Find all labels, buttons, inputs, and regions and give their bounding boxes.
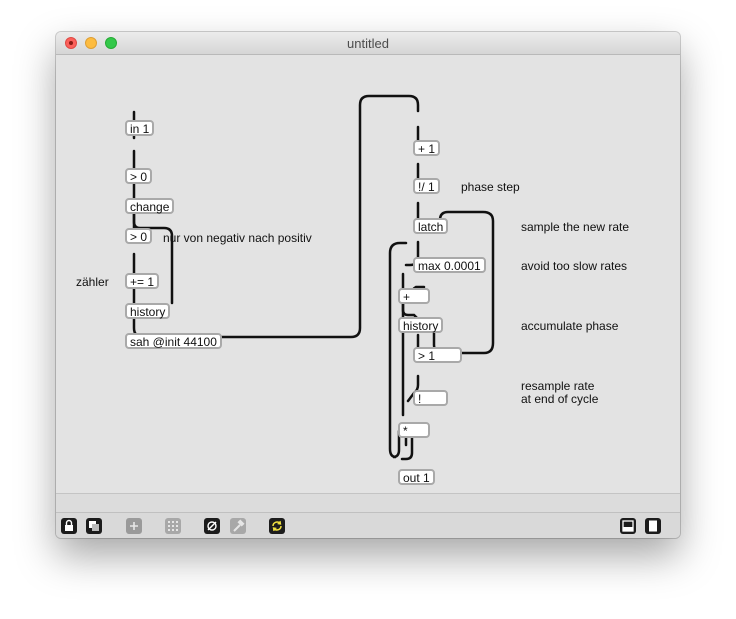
object-sah[interactable]: sah @init 44100 — [125, 333, 222, 349]
window-title: untitled — [347, 36, 389, 51]
object-in-1[interactable]: in 1 — [125, 120, 155, 136]
object-max[interactable]: max 0.0001 — [413, 257, 486, 273]
object-plus-1[interactable]: + 1 — [413, 140, 441, 156]
object-rdiv-1[interactable]: !/ 1 — [413, 178, 440, 194]
object-plus-equals-1[interactable]: += 1 — [125, 273, 160, 289]
comment-sample-rate: sample the new rate — [521, 220, 630, 234]
object-change[interactable]: change — [125, 198, 174, 214]
patcher-window: untitled in 1 > 0 change > 0 += 1 histor… — [56, 32, 680, 538]
add-object-icon[interactable] — [126, 518, 142, 534]
object-multiply[interactable]: * — [398, 422, 430, 438]
presentation-icon[interactable] — [86, 518, 102, 534]
object-plus[interactable]: + — [398, 288, 430, 304]
comment-zaehler: zähler — [76, 275, 109, 289]
object-history-b[interactable]: history — [398, 317, 444, 333]
lock-icon[interactable] — [61, 518, 77, 534]
patch-cord — [132, 94, 420, 339]
object-latch[interactable]: latch — [413, 218, 449, 234]
object-greater-than-0-b[interactable]: > 0 — [125, 228, 153, 244]
sidebar-right-icon[interactable] — [645, 518, 661, 534]
debug-hammer-icon[interactable] — [230, 518, 246, 534]
object-greater-than-1[interactable]: > 1 — [413, 347, 462, 363]
title-bar: untitled — [56, 32, 680, 55]
object-out-1[interactable]: out 1 — [398, 469, 435, 485]
object-greater-than-0[interactable]: > 0 — [125, 168, 153, 184]
patch-canvas[interactable]: in 1 > 0 change > 0 += 1 history sah @in… — [56, 55, 680, 493]
sidebar-left-icon[interactable] — [620, 518, 636, 534]
bottom-toolbar — [56, 512, 680, 538]
comment-phase-step: phase step — [461, 180, 520, 194]
comment-resample-2: at end of cycle — [521, 392, 599, 406]
grid-icon[interactable] — [165, 518, 181, 534]
comment-avoid: avoid too slow rates — [521, 259, 628, 273]
object-history[interactable]: history — [125, 303, 171, 319]
status-bar — [56, 493, 680, 512]
mute-icon[interactable] — [204, 518, 220, 534]
object-not[interactable]: ! — [413, 390, 448, 406]
autorefresh-icon[interactable] — [269, 518, 285, 534]
comment-accumulate: accumulate phase — [521, 319, 619, 333]
comment-nur-von: nur von negativ nach positiv — [163, 231, 312, 245]
